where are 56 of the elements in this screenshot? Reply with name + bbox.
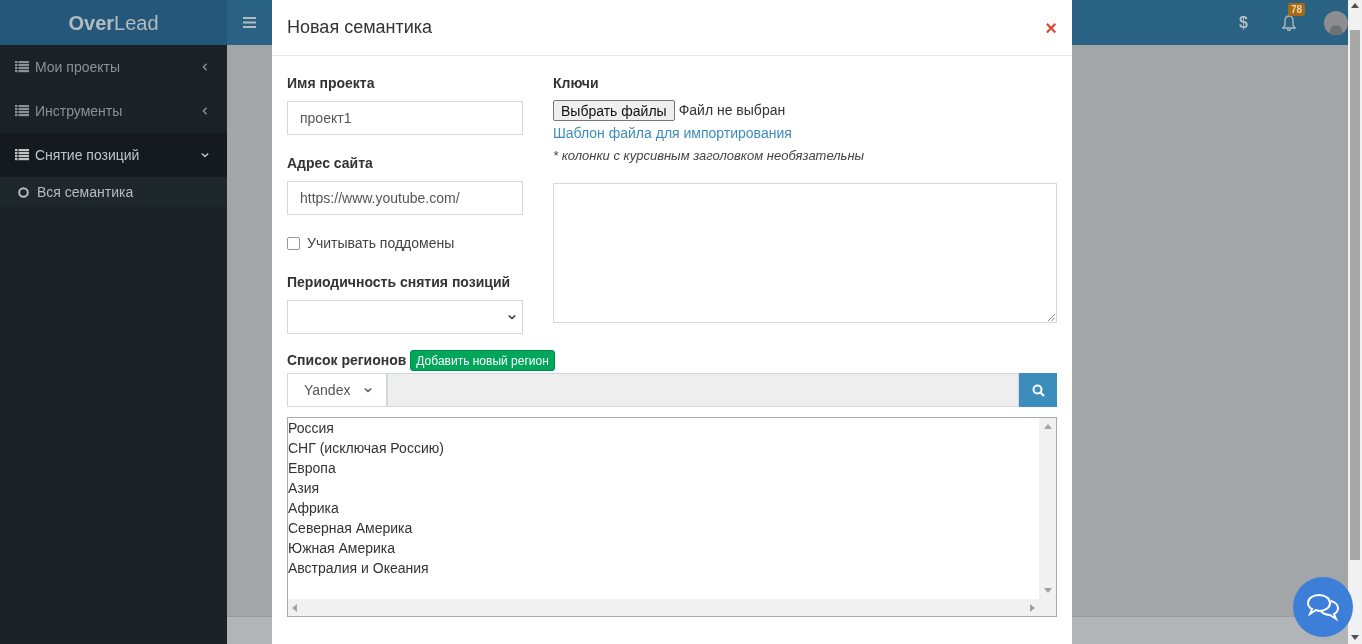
engine-select[interactable]: Yandex bbox=[287, 373, 387, 407]
file-status: Файл не выбран bbox=[678, 101, 786, 120]
bell-icon[interactable] bbox=[1282, 14, 1296, 31]
scroll-up-icon[interactable] bbox=[1351, 3, 1359, 9]
close-button[interactable]: × bbox=[1045, 17, 1057, 38]
sidebar-subitem-label: Вся семантика bbox=[37, 182, 134, 202]
sidebar-subitem[interactable]: Вся семантика bbox=[0, 177, 227, 207]
scroll-left-icon[interactable] bbox=[292, 603, 297, 612]
search-button[interactable] bbox=[1019, 373, 1057, 407]
list-icon bbox=[15, 61, 29, 73]
notification-badge: 78 bbox=[1288, 2, 1306, 16]
list-icon bbox=[15, 149, 29, 161]
menu-bars-icon bbox=[243, 17, 256, 28]
note-text: * колонки с курсивным заголовком необязательны bbox=[553, 147, 866, 165]
input-field[interactable]: проект1 bbox=[287, 101, 523, 135]
circle-icon bbox=[18, 186, 29, 198]
chevron-left-icon bbox=[201, 63, 209, 71]
scroll-right-icon[interactable] bbox=[1030, 603, 1035, 612]
sidebar-item[interactable]: Снятие позиций bbox=[0, 133, 227, 177]
field-label: Имя проекта bbox=[287, 74, 376, 93]
resize-handle-icon[interactable] bbox=[1048, 313, 1055, 321]
app-logo[interactable]: OverLead bbox=[0, 0, 227, 45]
choose-files-button[interactable]: Выбрать файлы bbox=[553, 100, 675, 121]
chevron-down-icon bbox=[201, 151, 209, 159]
scroll-down-icon[interactable] bbox=[1351, 635, 1359, 641]
modal-title: Новая семантика bbox=[287, 16, 434, 39]
sidebar-item-label: Мои проекты bbox=[35, 57, 121, 77]
sidebar-item-label: Снятие позиций bbox=[35, 145, 141, 165]
chat-bubbles-icon bbox=[1306, 592, 1340, 622]
sidebar-item-label: Инструменты bbox=[35, 101, 124, 121]
region-option[interactable]: Россия bbox=[288, 418, 1039, 438]
scrollbar-thumb[interactable] bbox=[1350, 30, 1360, 560]
sidebar-item[interactable]: Инструменты bbox=[0, 89, 227, 133]
search-icon bbox=[1031, 383, 1045, 397]
field-label: Периодичность снятия позиций bbox=[287, 273, 512, 292]
checkbox[interactable] bbox=[287, 237, 300, 250]
sidebar-item[interactable]: Мои проекты bbox=[0, 45, 227, 89]
list-icon bbox=[15, 105, 29, 117]
search-field[interactable] bbox=[387, 373, 1019, 407]
input-field[interactable]: https://www.youtube.com/ bbox=[287, 181, 523, 215]
checkbox-label: Учитывать поддомены bbox=[307, 234, 455, 253]
chevron-down-icon bbox=[508, 313, 516, 321]
field-label: Ключи bbox=[553, 74, 600, 93]
region-option[interactable]: СНГ (исключая Россию) bbox=[288, 438, 1039, 458]
field-label: Адрес сайта bbox=[287, 154, 374, 173]
region-option[interactable]: Африка bbox=[288, 498, 1039, 518]
chevron-left-icon bbox=[201, 107, 209, 115]
region-option[interactable]: Южная Америка bbox=[288, 538, 1039, 558]
chevron-down-icon bbox=[364, 386, 373, 394]
region-option[interactable]: Азия bbox=[288, 478, 1039, 498]
select-field[interactable] bbox=[287, 300, 523, 334]
region-option[interactable]: Северная Америка bbox=[288, 518, 1039, 538]
field-label: Список регионов bbox=[287, 351, 407, 370]
region-option[interactable]: Австралия и Океания bbox=[288, 558, 1039, 578]
template-link[interactable]: Шаблон файла для импортирования bbox=[553, 123, 1057, 144]
region-option[interactable]: Европа bbox=[288, 458, 1039, 478]
